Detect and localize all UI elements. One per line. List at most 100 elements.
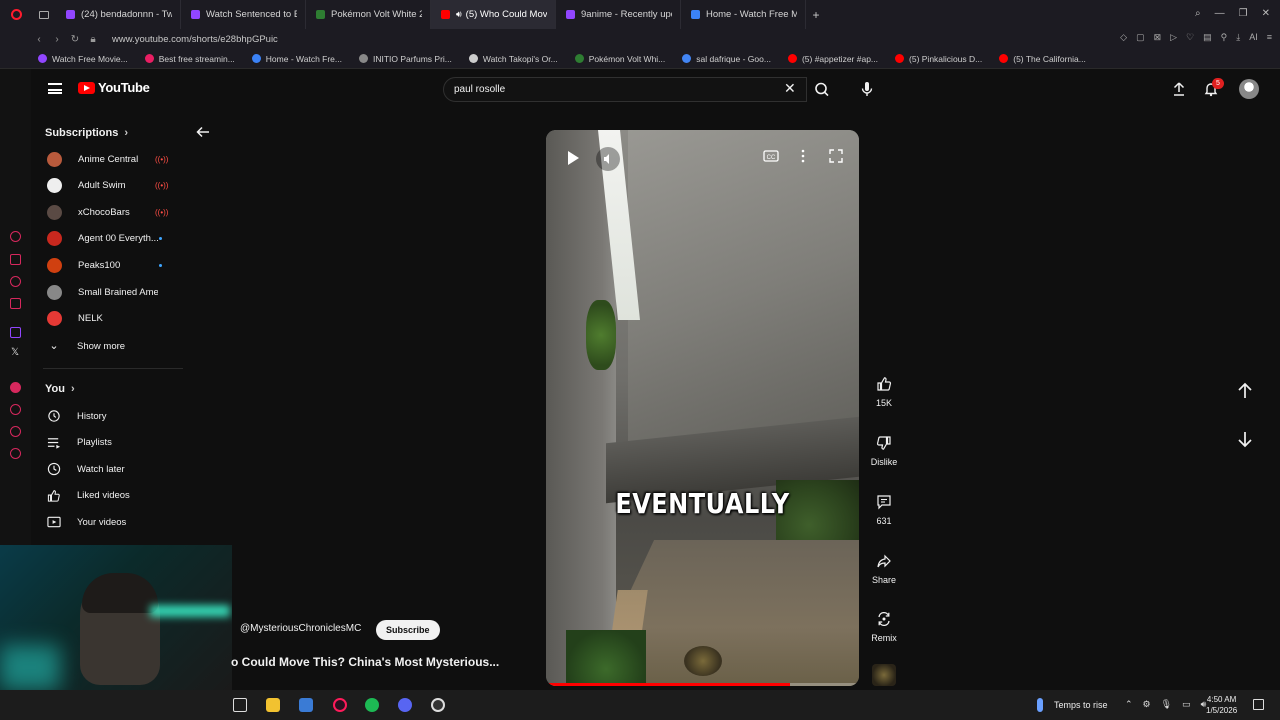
browser-tab[interactable]: Home - Watch Free Movie	[681, 0, 806, 29]
play-icon[interactable]	[563, 148, 583, 168]
subscription-item[interactable]: Agent 00 Everyth...	[47, 229, 169, 249]
adblock-icon[interactable]: ⊠	[1154, 32, 1162, 43]
tray-app-icon[interactable]: ⚙	[1143, 699, 1151, 710]
bookmark-item[interactable]: sal dafrique - Goo...	[682, 54, 771, 64]
store-icon[interactable]	[299, 698, 313, 712]
youtube-logo[interactable]: YouTube	[78, 80, 150, 95]
twitch-icon[interactable]	[10, 327, 21, 338]
bookmark-item[interactable]: Best free streamin...	[144, 54, 235, 64]
notification-center-icon[interactable]	[1253, 699, 1264, 710]
bookmark-item[interactable]: Home - Watch Fre...	[251, 54, 342, 64]
subscribe-button[interactable]: Subscribe	[376, 620, 440, 640]
heart-icon[interactable]: ♡	[1186, 32, 1194, 43]
bookmark-icon[interactable]: ◇	[1120, 32, 1127, 43]
close-window-icon[interactable]: ✕	[1262, 8, 1270, 19]
subscription-item[interactable]: xChocoBars ((•))	[47, 202, 169, 222]
account-icon[interactable]: ⚲	[1221, 32, 1228, 43]
messenger-icon[interactable]	[10, 298, 21, 309]
subscription-item[interactable]: Peaks100	[47, 255, 169, 275]
settings-icon[interactable]	[10, 448, 21, 459]
microphone-icon[interactable]	[857, 79, 877, 99]
sidebar-item-watch-later[interactable]: Watch later	[47, 459, 125, 479]
history-panel-icon[interactable]	[10, 276, 21, 287]
aria-icon[interactable]	[10, 231, 21, 242]
ai-icon[interactable]: AI	[1249, 32, 1258, 43]
subscription-item[interactable]: Small Brained Ame...	[47, 282, 169, 302]
bookmark-item[interactable]: Watch Free Movie...	[38, 54, 128, 64]
history-clock-icon[interactable]	[10, 404, 21, 415]
sidebar-item-playlists[interactable]: Playlists	[47, 433, 112, 453]
network-icon[interactable]: ▭	[1182, 699, 1191, 710]
subscriptions-header[interactable]: Subscriptions ›	[45, 127, 128, 139]
task-view-icon[interactable]	[233, 698, 247, 712]
minimize-icon[interactable]: —	[1215, 8, 1225, 19]
weather-icon[interactable]	[1037, 698, 1043, 712]
x-icon[interactable]: 𝕏	[11, 347, 19, 358]
bookmark-item[interactable]: (5) #appetizer #ap...	[787, 54, 878, 64]
menu-icon[interactable]	[48, 83, 62, 94]
search-tabs-icon[interactable]: ⌕	[1195, 8, 1201, 19]
fullscreen-icon[interactable]	[829, 149, 843, 163]
sidebar-item-your-videos[interactable]: Your videos	[47, 512, 126, 532]
back-arrow-icon[interactable]	[196, 126, 210, 138]
snapshot-icon[interactable]: ▢	[1136, 32, 1145, 43]
clear-search-icon[interactable]: ✕	[784, 81, 796, 95]
subscription-item[interactable]: Anime Central ((•))	[47, 149, 169, 169]
account-avatar[interactable]	[1239, 79, 1259, 99]
taskbar-clock[interactable]: 4:50 AM 1/5/2026	[1206, 694, 1237, 716]
forward-icon[interactable]: ›	[48, 34, 66, 45]
sidebar-item-history[interactable]: History	[47, 406, 107, 426]
browser-tab[interactable]: (24) bendadonnn - Twitch	[56, 0, 181, 29]
spotify-panel-icon[interactable]	[10, 382, 21, 393]
back-icon[interactable]: ‹	[30, 34, 48, 45]
browser-tab[interactable]: 9anime - Recently update	[556, 0, 681, 29]
bookmark-item[interactable]: (5) Pinkalicious D...	[895, 54, 982, 64]
browser-menu-icon[interactable]	[0, 0, 32, 29]
bookmarks-panel-icon[interactable]	[10, 254, 21, 265]
tab-audio-icon[interactable]: 🔊︎	[456, 9, 462, 20]
bookmark-item[interactable]: Watch Takopi's Or...	[468, 54, 558, 64]
search-icon[interactable]	[808, 78, 836, 101]
search-input[interactable]	[454, 84, 754, 95]
discord-icon[interactable]	[398, 698, 412, 712]
pinboard-icon[interactable]	[10, 426, 21, 437]
volume-icon[interactable]	[596, 147, 620, 171]
easy-setup-icon[interactable]: ≡	[1267, 32, 1272, 43]
vpn-icon[interactable]: ▤	[1203, 32, 1212, 43]
channel-thumbnail[interactable]	[872, 664, 896, 686]
remix-button[interactable]: Remix	[864, 611, 904, 643]
player-icon[interactable]: ▷	[1170, 32, 1177, 43]
channel-handle[interactable]: @MysteriousChroniclesMC	[240, 623, 361, 634]
sidebar-item-like[interactable]: Liked videos	[47, 486, 130, 506]
subscription-item[interactable]: Adult Swim ((•))	[47, 176, 169, 196]
bookmark-item[interactable]: INITIO Parfums Pri...	[359, 54, 452, 64]
upload-icon[interactable]	[1171, 81, 1187, 97]
maximize-icon[interactable]: ❐	[1239, 8, 1248, 19]
spotify-icon[interactable]	[365, 698, 379, 712]
download-icon[interactable]: ⤓	[1236, 32, 1240, 43]
captions-icon[interactable]: CC	[763, 149, 779, 163]
you-header[interactable]: You ›	[45, 383, 75, 395]
dislike-button[interactable]: Dislike	[864, 435, 904, 467]
bookmark-item[interactable]: (5) The California...	[999, 54, 1086, 64]
comments-button[interactable]: 631	[864, 494, 904, 526]
subscription-item[interactable]: NELK	[47, 309, 169, 329]
weather-text[interactable]: Temps to rise	[1054, 700, 1108, 710]
share-button[interactable]: Share	[864, 553, 904, 585]
like-button[interactable]: 15K	[864, 376, 904, 408]
opera-gx-icon[interactable]	[333, 698, 347, 712]
browser-tab[interactable]: Pokémon Volt White 2 Re	[306, 0, 431, 29]
obs-icon[interactable]	[431, 698, 445, 712]
browser-tab[interactable]: Watch Sentenced to Be a	[181, 0, 306, 29]
next-short-arrow-icon[interactable]	[1234, 428, 1256, 450]
browser-tab[interactable]: 🔊︎(5) Who Could Move T	[431, 0, 556, 29]
url-field[interactable]: www.youtube.com/shorts/e28bhpGPuic	[112, 34, 278, 45]
show-more-button[interactable]: ⌄ Show more	[47, 336, 125, 356]
reload-icon[interactable]: ↻	[66, 34, 84, 45]
tab-overview-icon[interactable]	[32, 0, 56, 29]
file-explorer-icon[interactable]	[266, 698, 280, 712]
mic-tray-icon[interactable]: 🎙︎	[1161, 699, 1172, 710]
bookmark-item[interactable]: Pokémon Volt Whi...	[574, 54, 665, 64]
previous-short-arrow-icon[interactable]	[1234, 380, 1256, 402]
short-title[interactable]: o Could Move This? China's Most Mysterio…	[231, 655, 499, 669]
